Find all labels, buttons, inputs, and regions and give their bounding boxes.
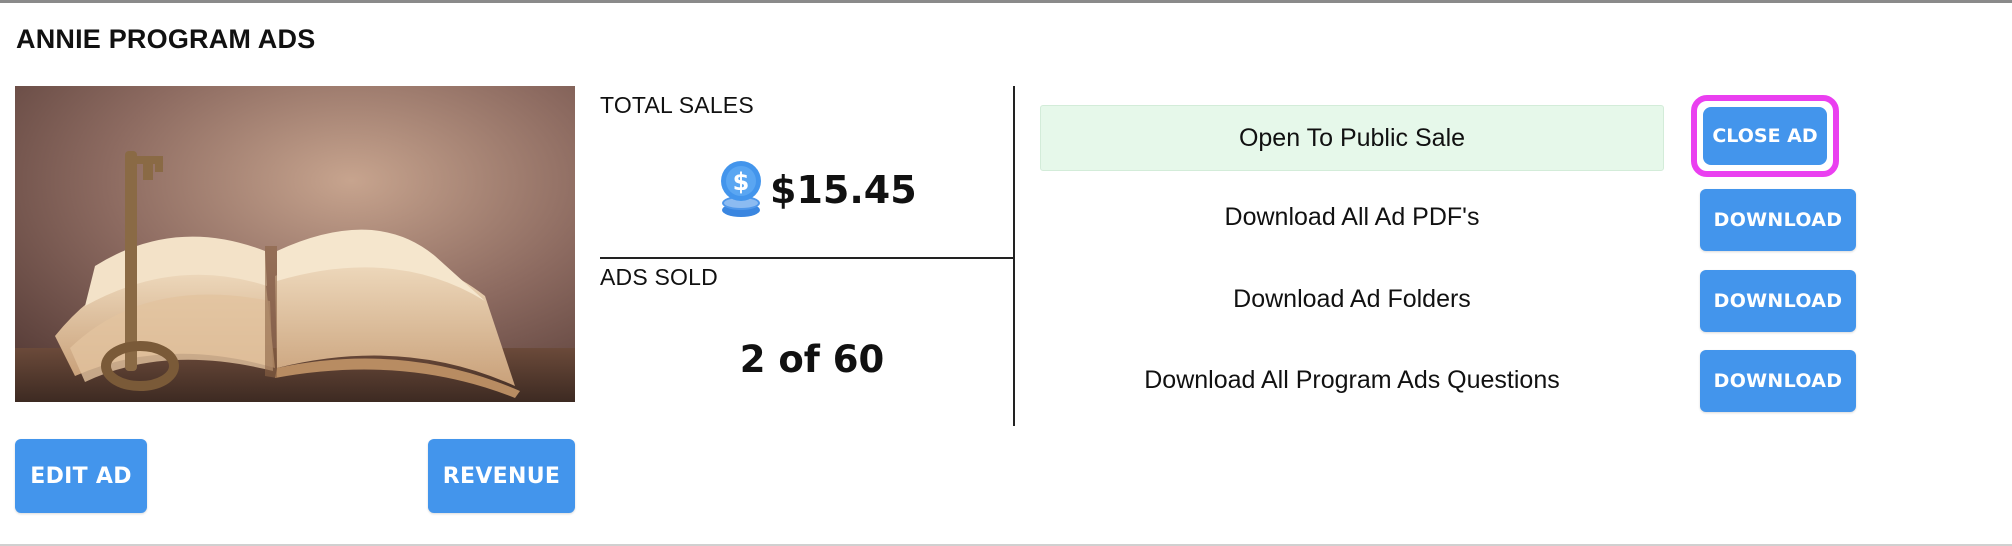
dollar-coin-icon: $: [721, 161, 761, 217]
svg-text:$: $: [733, 168, 750, 196]
stats-divider: [600, 257, 1014, 259]
page-title: ANNIE PROGRAM ADS: [16, 24, 316, 54]
revenue-button[interactable]: REVENUE: [428, 439, 575, 513]
edit-ad-button[interactable]: EDIT AD: [15, 439, 147, 513]
ads-sold-label: ADS SOLD: [600, 264, 718, 290]
close-ad-button[interactable]: CLOSE AD: [1703, 107, 1827, 165]
download-questions-button[interactable]: DOWNLOAD: [1700, 350, 1856, 412]
ads-sold-value: 2 of 60: [739, 338, 885, 381]
download-questions-label: Download All Program Ads Questions: [1144, 366, 1560, 394]
download-pdfs-label: Download All Ad PDF's: [1224, 203, 1480, 231]
status-banner: Open To Public Sale: [1040, 105, 1664, 171]
total-sales-value: $15.45: [770, 168, 917, 212]
ad-image: [15, 86, 575, 402]
book-with-key-image: [15, 86, 575, 402]
download-folders-button[interactable]: DOWNLOAD: [1700, 270, 1856, 332]
total-sales-label: TOTAL SALES: [600, 92, 754, 118]
column-divider: [1013, 86, 1015, 426]
download-folders-label: Download Ad Folders: [1233, 285, 1471, 313]
close-ad-highlight: CLOSE AD: [1691, 95, 1839, 177]
download-pdfs-button[interactable]: DOWNLOAD: [1700, 189, 1856, 251]
